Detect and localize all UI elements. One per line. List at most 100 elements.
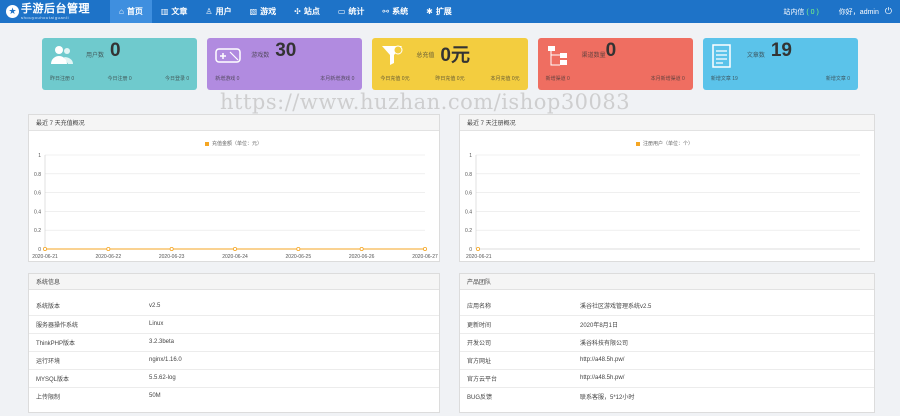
- card-sub-stat: 今日注册 0: [107, 76, 132, 82]
- register-line-chart: 0 0.2 0.4 0.6 0.8 1 2020-06-21: [465, 153, 860, 260]
- data-point: [359, 246, 364, 251]
- nav-item-label: 统计: [348, 7, 365, 16]
- nav-item-5[interactable]: ▭ 统计: [329, 0, 374, 23]
- data-point: [475, 246, 480, 251]
- x-tick-label: 2020-06-24: [222, 254, 248, 260]
- watermark: https://www.huzhan.com/ishop30083: [220, 90, 631, 114]
- stat-card-1[interactable]: 游戏数 30 新增游戏 0 本月新增游戏 0: [207, 38, 363, 90]
- monitor-icon: ▭: [337, 7, 346, 16]
- nav-item-label: 系统: [392, 7, 409, 16]
- data-point: [106, 246, 111, 251]
- tree-icon: [546, 44, 570, 66]
- card-label: 文章数: [746, 53, 765, 59]
- nav-item-0[interactable]: ⌂ 首页: [110, 0, 152, 23]
- card-sub-stat: 新增文章 0: [825, 76, 851, 82]
- table-row: 官方云平台 http://a48.5h.pw/: [460, 369, 874, 388]
- y-tick-label: 0.8: [34, 172, 41, 178]
- row-key: 官方网址: [460, 351, 580, 370]
- gear-icon: ✱: [426, 7, 433, 16]
- x-tick-label: 2020-06-21: [32, 254, 58, 260]
- system-info-panel: 系统信息 系统版本 v2.5 服务器操作系统 Linux ThinkPHP版本 3.2.3…: [28, 273, 440, 413]
- card-sub-stat: 昨日充值 0元: [435, 76, 465, 82]
- row-key: 运行环境: [29, 351, 149, 370]
- card-sub-stat: 新增游戏 0: [215, 76, 240, 82]
- welcome-user[interactable]: 你好，admin: [839, 7, 879, 17]
- y-tick-label: 1: [469, 153, 472, 159]
- nav-item-label: 站点: [303, 7, 320, 16]
- home-icon: ⌂: [119, 7, 124, 16]
- x-tick-label: 2020-06-27: [412, 254, 438, 260]
- nav-item-label: 文章: [171, 7, 188, 16]
- stat-cards: 用户数 0 昨日注册 0 今日注册 0 今日登录 0 游戏数 30 新增游戏 0 本月新增游戏 …: [42, 38, 859, 90]
- card-sub-stat: 昨日注册 0: [50, 76, 75, 82]
- stat-card-3[interactable]: 渠道数量 0 新增渠道 0 本月新增渠道 0: [537, 38, 693, 90]
- row-key: 系统版本: [29, 297, 149, 316]
- nav-item-label: 首页: [126, 7, 143, 16]
- table-row: 服务器操作系统 Linux: [29, 315, 439, 334]
- logo-subtitle: shouyouhoutaiguanli: [21, 14, 70, 20]
- card-label: 游戏数: [251, 53, 270, 59]
- logo-icon: ★: [6, 5, 19, 18]
- logout-icon[interactable]: ⏻: [885, 6, 892, 17]
- card-value: 0: [110, 40, 121, 61]
- row-value: 溪谷科技有限公司: [580, 333, 874, 352]
- row-key: MYSQL版本: [29, 369, 149, 388]
- register-chart-panel: 最近 7 天注册概况 注册用户（单位：个） 0 0.2 0.4 0.6 0.8 1 2020…: [459, 114, 875, 262]
- row-value: 5.5.62-log: [149, 369, 439, 388]
- document-icon: [711, 44, 735, 68]
- messages-link[interactable]: 站内信( 0 ): [783, 7, 820, 17]
- stat-card-4[interactable]: 文章数 19 新增文章 19 新增文章 0: [702, 38, 859, 90]
- nav-item-label: 用户: [215, 7, 232, 16]
- row-key: 开发公司: [460, 333, 580, 352]
- y-tick-label: 0.8: [465, 172, 472, 178]
- table-row: MYSQL版本 5.5.62-log: [29, 369, 439, 388]
- row-value: 联系客服，5*12小时: [580, 394, 635, 401]
- logo[interactable]: ★ 手游后台管理 shouyouhoutaiguanli: [0, 0, 110, 23]
- nav-item-6[interactable]: ⚯ 系统: [373, 0, 417, 23]
- table-row: 系统版本 v2.5: [29, 297, 439, 316]
- x-tick-label: 2020-06-23: [159, 254, 185, 260]
- nav-item-3[interactable]: ▧ 游戏: [241, 0, 286, 23]
- table-row: 应用名称 溪谷社区游戏管理系统v2.5: [460, 297, 874, 316]
- card-label: 用户数: [86, 53, 105, 59]
- nav-item-label: 扩展: [435, 7, 452, 16]
- data-point: [422, 246, 427, 251]
- row-link[interactable]: http://a48.5h.pw/: [580, 351, 874, 370]
- users-icon: [50, 44, 74, 66]
- row-link[interactable]: http://a48.5h.pw/: [580, 369, 874, 388]
- table-row: ThinkPHP版本 3.2.3beta: [29, 333, 439, 352]
- nav-item-7[interactable]: ✱ 扩展: [417, 0, 461, 23]
- row-key: ThinkPHP版本: [29, 333, 149, 352]
- card-sub-stat: 本月新增游戏 0: [320, 76, 355, 82]
- stat-card-0[interactable]: 用户数 0 昨日注册 0 今日注册 0 今日登录 0: [42, 38, 198, 90]
- stat-card-2[interactable]: 总充值 0元 今日充值 0元 昨日充值 0元 本月充值 0元: [372, 38, 528, 90]
- main-nav: ⌂ 首页 ▥ 文章 ♙ 用户 ▧ 游戏 ✣ 站点 ▭ 统计 ⚯ 系统 ✱ 扩展: [110, 0, 461, 23]
- product-team-table: 应用名称 溪谷社区游戏管理系统v2.5 更新时间 2020年8月1日 开发公司 溪谷科技有…: [460, 297, 874, 405]
- row-value: 溪谷社区游戏管理系统v2.5: [580, 297, 874, 316]
- funnel-icon: [380, 44, 404, 66]
- card-sub-stat: 本月充值 0元: [490, 76, 520, 82]
- panel-title: 产品团队: [460, 274, 874, 290]
- recharge-chart-panel: 最近 7 天充值概况 充值金额（单位：元） 0 0.2 0.4 0.6 0.8 1 2020…: [28, 114, 440, 262]
- nav-item-4[interactable]: ✣ 站点: [285, 0, 329, 23]
- x-tick-label: 2020-06-21: [466, 254, 492, 260]
- y-tick-label: 0.4: [465, 209, 472, 215]
- nav-item-label: 游戏: [260, 7, 277, 16]
- card-label: 总充值: [416, 53, 435, 59]
- user-icon: ♙: [205, 7, 213, 16]
- panel-title: 系统信息: [29, 274, 439, 290]
- row-value: Linux: [149, 315, 439, 334]
- row-key: 更新时间: [460, 315, 580, 334]
- table-row: 上传限制 50M: [29, 387, 439, 405]
- card-sub-stat: 新增渠道 0: [545, 76, 570, 82]
- sitemap-icon: ✣: [294, 7, 301, 16]
- data-point: [169, 246, 174, 251]
- nav-item-2[interactable]: ♙ 用户: [196, 0, 240, 23]
- card-value: 0元: [440, 45, 470, 66]
- row-value: v2.5: [149, 297, 439, 316]
- card-sub-stat: 今日登录 0: [165, 76, 190, 82]
- nav-item-1[interactable]: ▥ 文章: [152, 0, 197, 23]
- top-navbar: ★ 手游后台管理 shouyouhoutaiguanli ⌂ 首页 ▥ 文章 ♙ 用户 ▧ 游…: [0, 0, 900, 23]
- system-info-table: 系统版本 v2.5 服务器操作系统 Linux ThinkPHP版本 3.2.3beta 运…: [29, 297, 439, 405]
- gamepad-icon: [215, 44, 241, 66]
